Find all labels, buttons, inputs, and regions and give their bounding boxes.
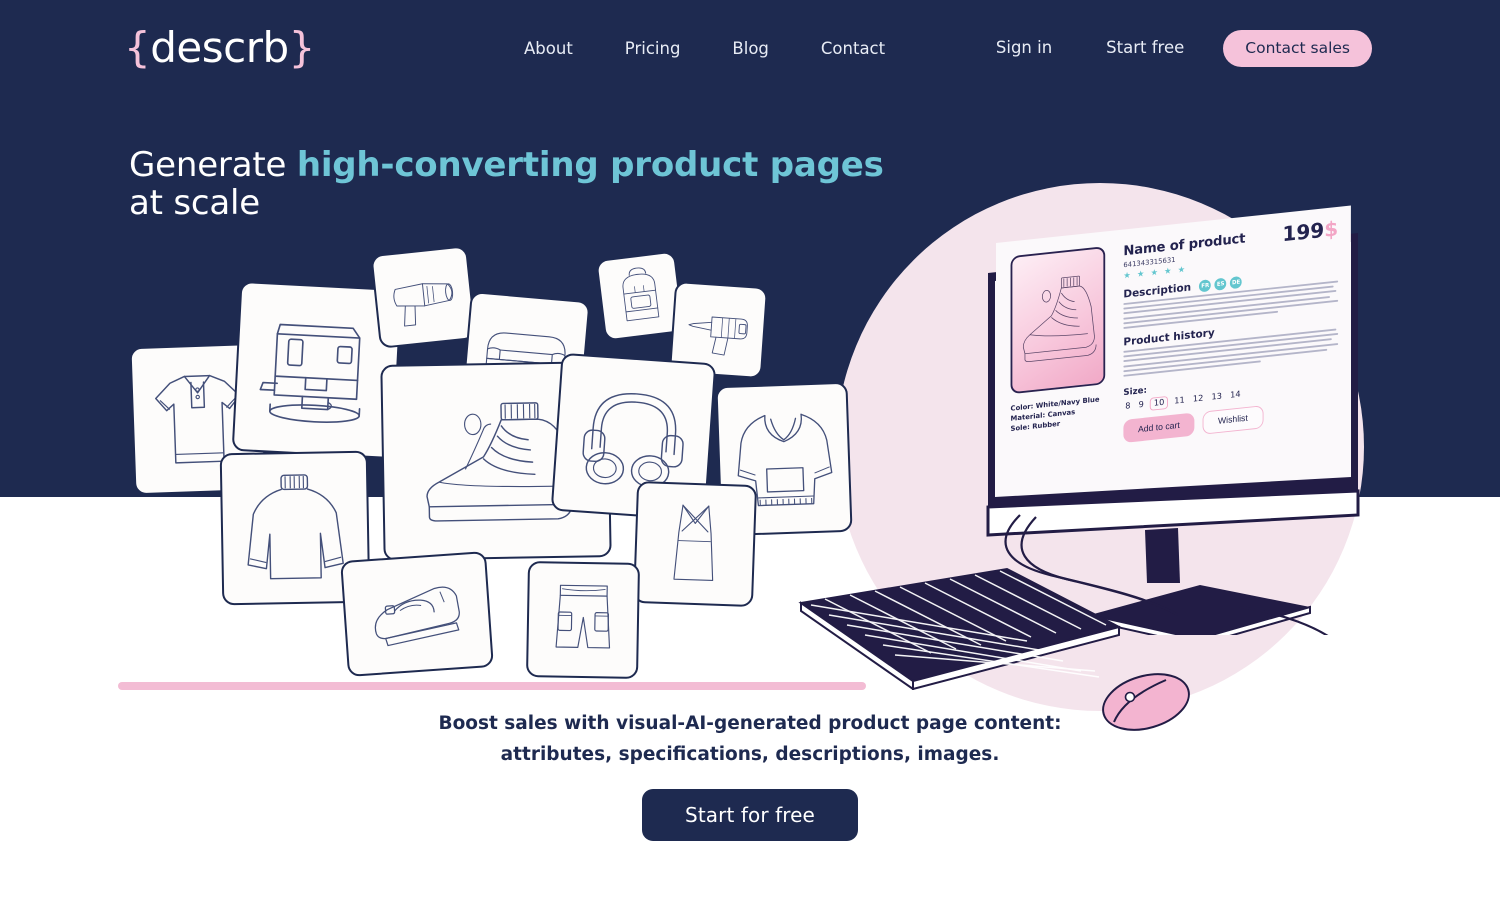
hero-headline: Generate high-converting product pages a… [129, 146, 884, 222]
logo-brace-open: { [124, 23, 151, 72]
cargo-shorts-icon [555, 584, 610, 649]
product-attributes: Color: White/Navy Blue Material: Canvas … [1011, 394, 1100, 434]
nav-item-pricing[interactable]: Pricing [599, 36, 707, 61]
product-card-collage [0, 0, 900, 700]
size-selector: Size: 8 9 10 11 12 13 14 [1123, 375, 1242, 413]
language-badge-fr[interactable]: FR [1199, 278, 1212, 292]
collage-card-iron [340, 551, 494, 677]
collage-card-dress [632, 480, 758, 608]
hero-headline-plain-1: Generate [129, 145, 297, 185]
product-header: 199$ Name of product 641343315631 ★ ★ ★ … [1123, 218, 1339, 380]
size-option-14[interactable]: 14 [1228, 389, 1242, 402]
site-header: {descrb} About Pricing Blog Contact Sign… [0, 0, 1500, 97]
size-option-13[interactable]: 13 [1210, 391, 1224, 404]
wishlist-button[interactable]: Wishlist [1202, 405, 1264, 435]
coffee-machine-icon [259, 323, 361, 423]
size-option-8[interactable]: 8 [1123, 401, 1132, 413]
sign-in-link[interactable]: Sign in [969, 28, 1079, 68]
nav-item-contact[interactable]: Contact [795, 36, 911, 61]
keyboard-illustration [795, 565, 1125, 691]
product-image [1010, 246, 1106, 395]
hero-headline-plain-2: at scale [129, 183, 260, 223]
product-page-screen: 199$ Name of product 641343315631 ★ ★ ★ … [996, 205, 1351, 481]
sneaker-product-icon [1022, 275, 1097, 362]
size-option-10-selected[interactable]: 10 [1150, 395, 1168, 411]
hero-headline-accent: high-converting product pages [296, 145, 884, 185]
backpack-icon [622, 267, 660, 322]
primary-navigation: About Pricing Blog Contact [498, 36, 911, 61]
collage-card-hair-dryer [370, 245, 477, 349]
pink-divider-rule [118, 682, 866, 690]
logo-brace-close: } [288, 23, 316, 72]
price-value: 199 [1282, 219, 1325, 247]
keyboard-icon [798, 567, 1122, 691]
add-to-cart-button[interactable]: Add to cart [1123, 412, 1195, 443]
header-actions: Sign in Start free Contact sales [969, 28, 1372, 68]
logo-wordmark: descrb [150, 23, 289, 72]
size-option-9[interactable]: 9 [1137, 399, 1146, 411]
language-badge-de[interactable]: DE [1230, 275, 1243, 289]
brand-logo[interactable]: {descrb} [124, 22, 315, 74]
nav-item-about[interactable]: About [498, 36, 599, 61]
sub-headline: Boost sales with visual-AI-generated pro… [0, 708, 1500, 770]
start-free-link[interactable]: Start free [1079, 28, 1211, 68]
start-for-free-button[interactable]: Start for free [642, 789, 858, 841]
price-currency: $ [1324, 217, 1339, 243]
nav-item-blog[interactable]: Blog [706, 36, 794, 61]
drill-icon [688, 316, 748, 356]
sub-headline-line-1: Boost sales with visual-AI-generated pro… [438, 713, 1062, 734]
sweater-icon [247, 474, 344, 580]
hair-dryer-icon [393, 283, 454, 327]
sub-headline-line-2: attributes, specifications, descriptions… [500, 744, 1000, 765]
contact-sales-button[interactable]: Contact sales [1223, 29, 1372, 67]
language-badge-group: FR ES DE [1199, 275, 1243, 292]
size-option-12[interactable]: 12 [1191, 393, 1205, 406]
size-option-11[interactable]: 11 [1172, 395, 1186, 408]
collage-card-cargo-shorts [525, 561, 641, 679]
landing-page: {descrb} About Pricing Blog Contact Sign… [0, 0, 1500, 900]
language-badge-es[interactable]: ES [1214, 277, 1227, 291]
iron-icon [374, 586, 460, 647]
dress-icon [673, 504, 714, 581]
